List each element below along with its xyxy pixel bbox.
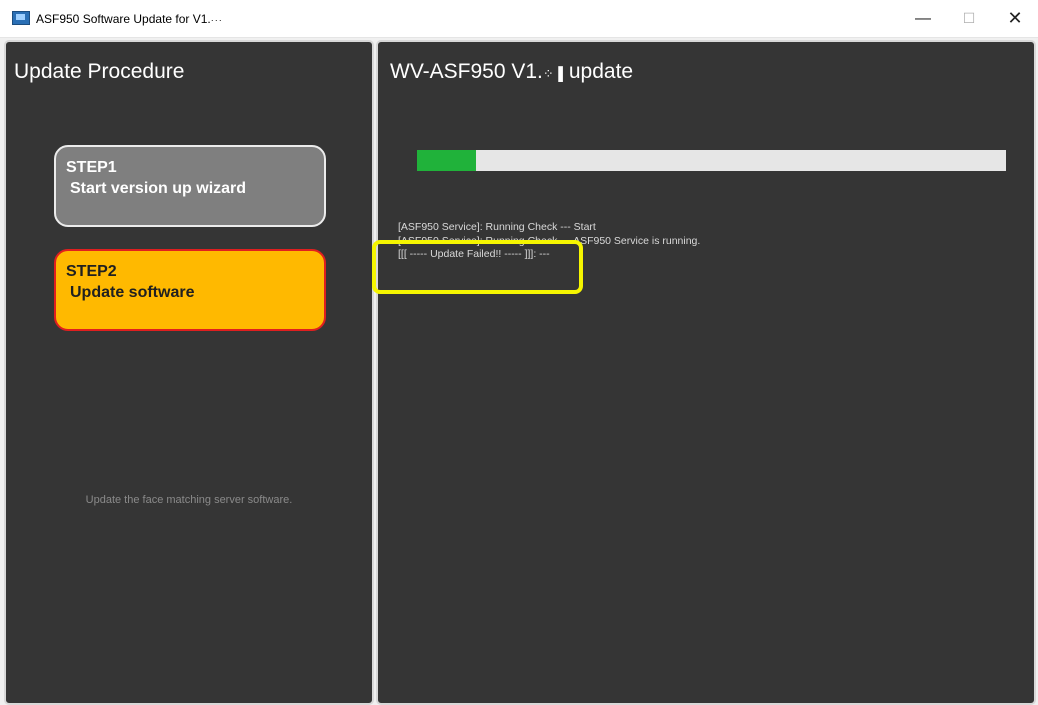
- close-button[interactable]: ✕: [992, 0, 1038, 37]
- close-icon: ✕: [1007, 8, 1023, 28]
- minimize-icon: —: [915, 9, 931, 27]
- update-progress-fill: [417, 150, 476, 171]
- minimize-button[interactable]: —: [900, 0, 946, 37]
- window-title: ASF950 Software Update for V1.···: [36, 12, 223, 26]
- step1-label: Start version up wizard: [70, 180, 247, 197]
- log-line-error: [[[ ----- Update Failed!! ----- ]]]: ---: [398, 248, 550, 260]
- log-line: [ASF950 Service]: Running Check --- Star…: [398, 221, 596, 233]
- window-titlebar: ASF950 Software Update for V1.··· — ☐ ✕: [0, 0, 1038, 38]
- update-progress-bar: [417, 150, 1006, 171]
- step1-card: STEP1 Start version up wizard: [54, 145, 326, 227]
- step2-card: STEP2 Update software: [54, 249, 326, 331]
- step2-number: STEP2: [66, 263, 117, 280]
- update-panel: WV-ASF950 V1.⁘▐ update [ASF950 Service]:…: [376, 40, 1036, 705]
- maximize-button[interactable]: ☐: [946, 0, 992, 37]
- log-line: [ASF950 Service]: Running Check --- ASF9…: [398, 234, 701, 247]
- procedure-title: Update Procedure: [14, 60, 185, 83]
- step-description: Update the face matching server software…: [85, 494, 293, 506]
- update-title: WV-ASF950 V1.⁘▐ update: [390, 60, 634, 83]
- procedure-panel: Update Procedure STEP1 Start version up …: [4, 40, 374, 705]
- maximize-icon: ☐: [962, 10, 976, 26]
- update-log: [ASF950 Service]: Running Check --- Star…: [398, 221, 1018, 262]
- step1-number: STEP1: [66, 159, 117, 176]
- step2-label: Update software: [70, 284, 195, 301]
- app-icon: [12, 11, 30, 25]
